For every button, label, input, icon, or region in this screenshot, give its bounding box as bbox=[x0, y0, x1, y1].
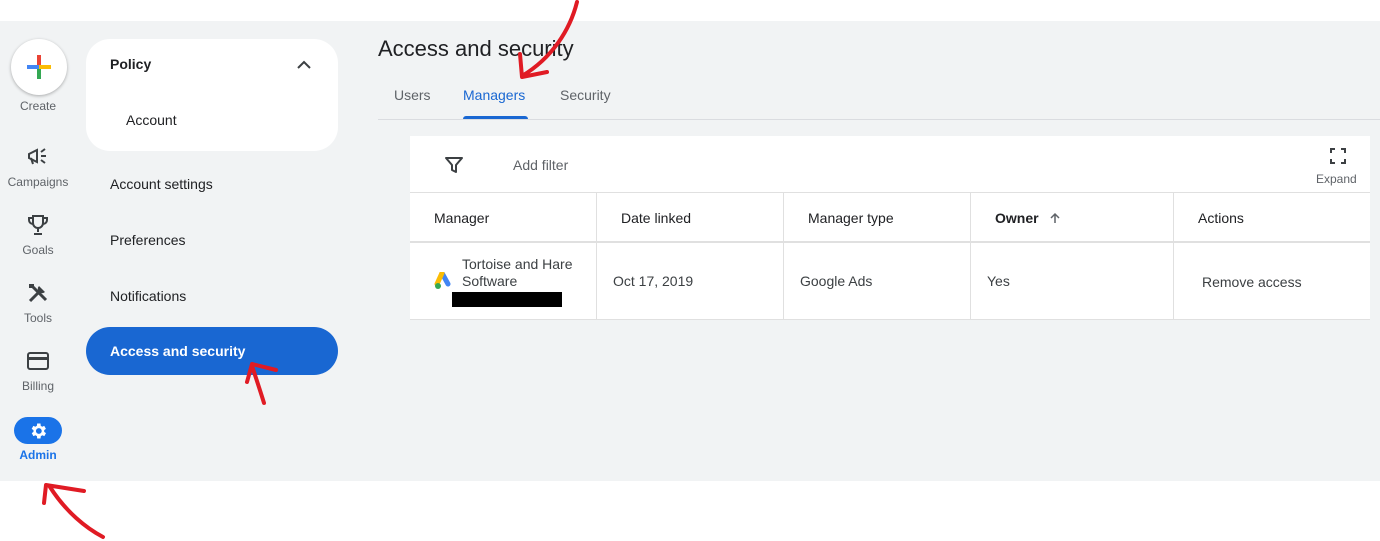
policy-header[interactable]: Policy bbox=[110, 56, 151, 72]
rail-item-billing[interactable]: Billing bbox=[0, 349, 76, 405]
add-filter-button[interactable]: Add filter bbox=[513, 157, 568, 173]
create-label: Create bbox=[19, 99, 57, 113]
active-tab-indicator bbox=[463, 116, 528, 119]
managers-table: Add filter Expand Manager Date linked Ma… bbox=[410, 136, 1370, 320]
remove-access-button[interactable]: Remove access bbox=[1186, 244, 1302, 320]
app-window: Create Campaigns Goals Tools Billing Adm… bbox=[0, 21, 1380, 481]
policy-section: Policy Account bbox=[86, 39, 338, 151]
column-header-date-linked[interactable]: Date linked bbox=[597, 193, 691, 243]
nav-item-account-settings[interactable]: Account settings bbox=[110, 176, 213, 192]
redacted-account-id bbox=[452, 292, 562, 307]
column-header-manager[interactable]: Manager bbox=[410, 193, 489, 243]
sort-ascending-icon bbox=[1050, 212, 1060, 223]
rail-label-billing: Billing bbox=[21, 379, 54, 393]
left-rail: Create Campaigns Goals Tools Billing Adm… bbox=[0, 21, 76, 481]
nav-item-access-and-security[interactable]: Access and security bbox=[86, 327, 338, 375]
rail-item-admin[interactable] bbox=[14, 417, 62, 444]
rail-label-admin: Admin bbox=[19, 448, 57, 462]
column-header-owner-label: Owner bbox=[995, 210, 1039, 226]
campaigns-icon bbox=[24, 145, 52, 169]
page-title: Access and security bbox=[378, 36, 574, 61]
column-header-owner[interactable]: Owner bbox=[971, 193, 1062, 243]
google-ads-logo-icon bbox=[434, 272, 451, 289]
rail-label-goals: Goals bbox=[22, 243, 54, 257]
gear-icon bbox=[31, 423, 46, 438]
tab-users[interactable]: Users bbox=[394, 87, 431, 103]
expand-icon bbox=[1330, 148, 1346, 164]
filter-bar: Add filter Expand bbox=[410, 136, 1370, 193]
column-header-actions: Actions bbox=[1198, 210, 1244, 226]
cell-owner: Yes bbox=[987, 273, 1010, 289]
credit-card-icon bbox=[24, 349, 52, 373]
rail-label-tools: Tools bbox=[23, 311, 52, 325]
cell-date-linked: Oct 17, 2019 bbox=[613, 273, 694, 289]
column-header-manager-type[interactable]: Manager type bbox=[784, 193, 894, 243]
trophy-icon bbox=[24, 213, 52, 237]
plus-icon bbox=[27, 55, 51, 79]
tab-bar: Users Managers Security bbox=[378, 73, 1380, 120]
tools-icon bbox=[24, 281, 52, 305]
expand-label: Expand bbox=[1316, 172, 1357, 186]
cell-manager-type: Google Ads bbox=[800, 273, 873, 289]
table-row: Tortoise and Hare Software Oct 17, 2019 … bbox=[410, 243, 1370, 320]
admin-side-nav: Policy Account Account settings Preferen… bbox=[86, 21, 338, 481]
annotation-arrow-admin bbox=[42, 483, 105, 539]
filter-icon[interactable] bbox=[444, 155, 464, 175]
tab-managers[interactable]: Managers bbox=[463, 87, 525, 103]
rail-label-campaigns: Campaigns bbox=[7, 175, 69, 189]
expand-button[interactable]: Expand bbox=[1310, 146, 1370, 186]
rail-item-tools[interactable]: Tools bbox=[0, 281, 76, 337]
chevron-up-icon[interactable] bbox=[294, 55, 314, 75]
rail-item-goals[interactable]: Goals bbox=[0, 213, 76, 269]
manager-name: Tortoise and Hare Software bbox=[462, 256, 573, 289]
table-header: Manager Date linked Manager type Owner A… bbox=[410, 193, 1370, 243]
tab-security[interactable]: Security bbox=[560, 87, 611, 103]
rail-item-campaigns[interactable]: Campaigns bbox=[0, 145, 76, 201]
nav-item-notifications[interactable]: Notifications bbox=[110, 288, 186, 304]
nav-item-account[interactable]: Account bbox=[126, 112, 177, 128]
create-button[interactable] bbox=[11, 39, 67, 95]
nav-item-preferences[interactable]: Preferences bbox=[110, 232, 185, 248]
